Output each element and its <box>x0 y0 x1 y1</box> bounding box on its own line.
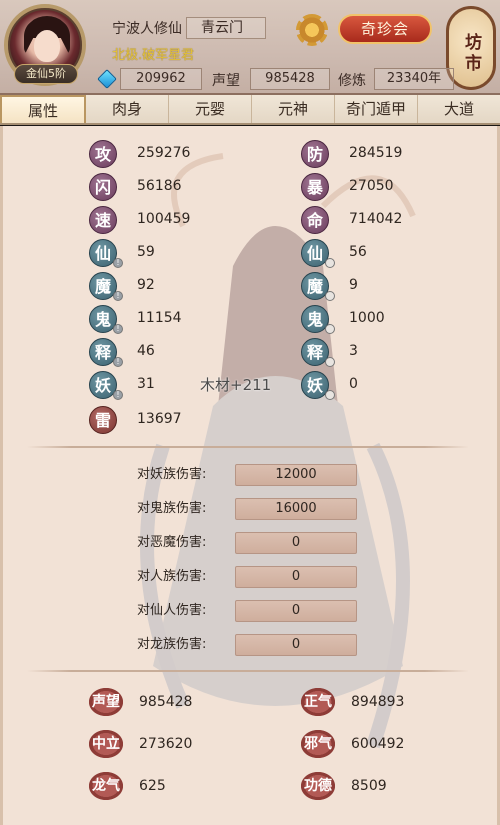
immortal-value-right: 56 <box>349 244 367 260</box>
info-icon[interactable]: ! <box>113 258 123 268</box>
resource-gain-popup: 木材+211 <box>200 376 272 394</box>
neutral-value: 273620 <box>139 736 193 752</box>
cultivation-label: 修炼 <box>338 73 366 89</box>
crit-value: 27050 <box>349 178 394 194</box>
star-title: 北极.破军星君 <box>112 48 195 63</box>
monster-value-left: 31 <box>137 376 155 392</box>
spirit-stone-count: 209962 <box>120 68 202 90</box>
immortal-value-left: 59 <box>137 244 155 260</box>
dragon-aura-seal: 龙气 <box>89 772 123 800</box>
damage-label-ghost: 对鬼族伤害: <box>137 501 207 516</box>
tab-body[interactable]: 肉身 <box>86 95 169 123</box>
evil-value: 600492 <box>351 736 405 752</box>
reputation-seal: 声望 <box>89 688 123 716</box>
speed-value: 100459 <box>137 211 191 227</box>
info-icon[interactable]: ! <box>113 390 123 400</box>
thunder-value: 13697 <box>137 411 182 427</box>
shield-icon <box>325 258 335 268</box>
life-value: 714042 <box>349 211 403 227</box>
tab-attributes[interactable]: 属性 <box>0 95 86 123</box>
righteous-value: 894893 <box>351 694 405 710</box>
cultivation-value: 23340年 <box>374 68 454 90</box>
shield-icon <box>325 390 335 400</box>
buddha-value-left: 46 <box>137 343 155 359</box>
damage-value-monster: 12000 <box>235 464 357 486</box>
info-icon[interactable]: ! <box>113 357 123 367</box>
gem-icon <box>97 69 117 89</box>
damage-value-demon: 0 <box>235 532 357 554</box>
dodge-badge: 闪 <box>89 173 117 201</box>
sect-name: 青云门 <box>186 17 266 39</box>
attack-badge: 攻 <box>89 140 117 168</box>
speed-badge: 速 <box>89 206 117 234</box>
tab-primordial-spirit[interactable]: 元神 <box>252 95 335 123</box>
damage-label-monster: 对妖族伤害: <box>137 467 207 482</box>
life-badge: 命 <box>301 206 329 234</box>
crit-badge: 暴 <box>301 173 329 201</box>
info-icon[interactable]: ! <box>113 291 123 301</box>
player-header: 金仙5阶 宁波人修仙 青云门 北极.破军星君 奇珍会 坊市 209962 声望 … <box>0 0 500 95</box>
neutral-seal: 中立 <box>89 730 123 758</box>
player-name: 宁波人修仙 <box>112 21 182 37</box>
info-icon[interactable]: ! <box>113 324 123 334</box>
damage-value-ghost: 16000 <box>235 498 357 520</box>
merit-value: 8509 <box>351 778 387 794</box>
ghost-value-left: 11154 <box>137 310 182 326</box>
rank-badge: 金仙5阶 <box>14 64 78 84</box>
defense-value: 284519 <box>349 145 403 161</box>
shield-icon <box>325 291 335 301</box>
section-divider <box>27 446 469 448</box>
evil-seal: 邪气 <box>301 730 335 758</box>
damage-value-immortal: 0 <box>235 600 357 622</box>
attribute-panel: 攻 259276 闪 56186 速 100459 仙 ! 59 魔 ! 92 … <box>0 126 500 825</box>
tab-nascent-soul[interactable]: 元婴 <box>169 95 252 123</box>
shield-icon <box>325 324 335 334</box>
dragon-aura-value: 625 <box>139 778 166 794</box>
tab-bar: 属性 肉身 元婴 元神 奇门遁甲 大道 <box>0 95 500 125</box>
reputation-value: 985428 <box>250 68 330 90</box>
tab-qimen-dunjia[interactable]: 奇门遁甲 <box>335 95 418 123</box>
demon-value-left: 92 <box>137 277 155 293</box>
damage-label-dragon: 对龙族伤害: <box>137 637 207 652</box>
ghost-value-right: 1000 <box>349 310 385 326</box>
defense-badge: 防 <box>301 140 329 168</box>
merit-seal: 功德 <box>301 772 335 800</box>
tab-great-dao[interactable]: 大道 <box>418 95 500 123</box>
monster-value-right: 0 <box>349 376 358 392</box>
damage-value-dragon: 0 <box>235 634 357 656</box>
buddha-value-right: 3 <box>349 343 358 359</box>
section-divider <box>27 670 469 672</box>
damage-value-human: 0 <box>235 566 357 588</box>
damage-label-immortal: 对仙人伤害: <box>137 603 207 618</box>
attack-value: 259276 <box>137 145 191 161</box>
demon-value-right: 9 <box>349 277 358 293</box>
dodge-value: 56186 <box>137 178 182 194</box>
reputation-label: 声望 <box>212 73 240 89</box>
shield-icon <box>325 357 335 367</box>
treasure-fair-button[interactable]: 奇珍会 <box>338 14 432 44</box>
thunder-badge: 雷 <box>89 406 117 434</box>
damage-label-human: 对人族伤害: <box>137 569 207 584</box>
avatar-face <box>34 30 60 62</box>
gear-icon[interactable] <box>296 14 328 46</box>
righteous-seal: 正气 <box>301 688 335 716</box>
reputation-stat-value: 985428 <box>139 694 193 710</box>
damage-label-demon: 对恶魔伤害: <box>137 535 207 550</box>
